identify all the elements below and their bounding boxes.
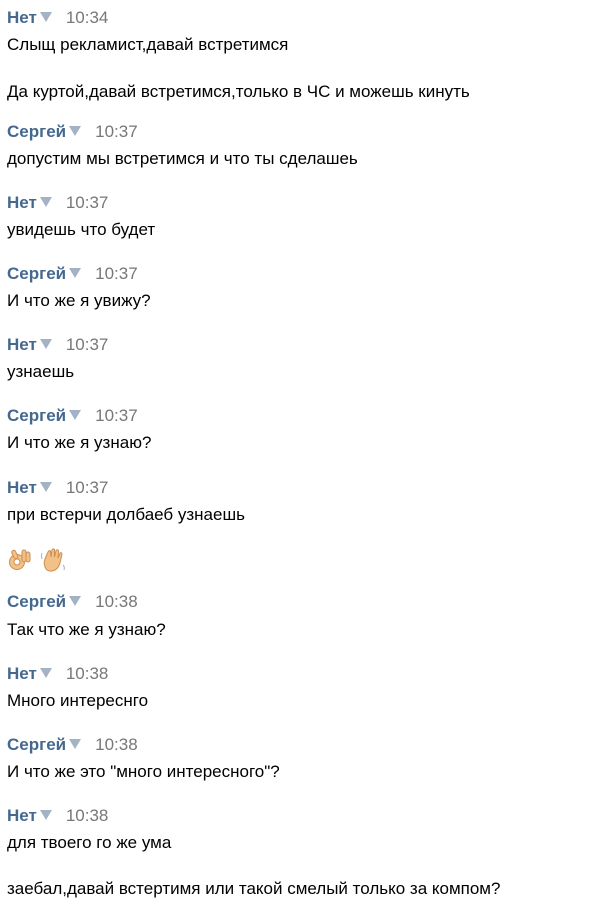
dropdown-arrow-icon[interactable] <box>39 339 52 349</box>
author-name[interactable]: Нет <box>7 664 37 683</box>
dropdown-arrow-icon[interactable] <box>39 668 52 678</box>
message-text: И что же я увижу? <box>7 291 151 310</box>
message-text: для твоего го же ума <box>7 833 172 852</box>
message-time: 10:37 <box>65 478 109 497</box>
dropdown-arrow-icon[interactable] <box>69 126 82 136</box>
waving-hand-emoji <box>41 548 65 572</box>
author-name[interactable]: Нет <box>7 335 37 354</box>
message-header: Сергей 10:37 <box>7 263 138 285</box>
dropdown-arrow-icon[interactable] <box>69 410 82 420</box>
dropdown-arrow-icon[interactable] <box>39 810 52 820</box>
message-header: Нет 10:37 <box>7 192 108 214</box>
dropdown-arrow-icon[interactable] <box>69 268 82 278</box>
message-header: Нет 10:38 <box>7 663 108 685</box>
message-time: 10:38 <box>95 735 138 754</box>
message-time: 10:37 <box>95 406 138 425</box>
dropdown-arrow-icon[interactable] <box>39 197 52 207</box>
message-text: И что же я узнаю? <box>7 433 152 452</box>
message-header: Сергей 10:38 <box>7 591 138 613</box>
dropdown-arrow-icon[interactable] <box>69 739 82 749</box>
author-name[interactable]: Нет <box>7 193 37 212</box>
message-header: Нет 10:34 <box>7 7 108 29</box>
dropdown-arrow-icon[interactable] <box>39 12 52 22</box>
message-text: Много интереснго <box>7 691 149 710</box>
message-time: 10:37 <box>65 335 109 354</box>
message-time: 10:38 <box>95 592 138 611</box>
author-name[interactable]: Сергей <box>7 264 66 283</box>
message-time: 10:37 <box>95 122 138 141</box>
message-time: 10:37 <box>65 193 109 212</box>
message-text: Слыщ рекламист,давай встретимся <box>7 35 289 54</box>
message-time: 10:37 <box>95 264 138 283</box>
message-text: Да куртой,давай встретимся,только в ЧС и… <box>7 82 470 101</box>
message-text: допустим мы встретимся и что ты сделашеь <box>7 149 358 168</box>
message-time: 10:38 <box>65 806 109 825</box>
message-text: И что же это "много интересного"? <box>7 762 280 781</box>
dropdown-arrow-icon[interactable] <box>69 596 82 606</box>
dropdown-arrow-icon[interactable] <box>39 482 52 492</box>
message-time: 10:34 <box>65 8 109 27</box>
message-header: Сергей 10:37 <box>7 121 138 143</box>
message-header: Нет 10:37 <box>7 477 108 499</box>
message-text: заебал,давай встертимя или такой смелый … <box>7 879 501 898</box>
message-text: Так что же я узнаю? <box>7 620 166 639</box>
message-header: Нет 10:37 <box>7 334 108 356</box>
author-name[interactable]: Сергей <box>7 406 66 425</box>
author-name[interactable]: Нет <box>7 806 37 825</box>
message-text: при встерчи долбаеб узнаешь <box>7 505 245 524</box>
ok-hand-emoji <box>9 549 31 570</box>
message-header: Сергей 10:38 <box>7 734 138 756</box>
message-header: Сергей 10:37 <box>7 405 138 427</box>
message-text: увидешь что будет <box>7 220 156 239</box>
message-text: узнаешь <box>7 362 75 381</box>
message-time: 10:38 <box>65 664 109 683</box>
author-name[interactable]: Нет <box>7 8 37 27</box>
emoji-group <box>7 547 66 573</box>
author-name[interactable]: Сергей <box>7 592 66 611</box>
message-header: Нет 10:38 <box>7 805 108 827</box>
author-name[interactable]: Сергей <box>7 122 66 141</box>
author-name[interactable]: Сергей <box>7 735 66 754</box>
author-name[interactable]: Нет <box>7 478 37 497</box>
